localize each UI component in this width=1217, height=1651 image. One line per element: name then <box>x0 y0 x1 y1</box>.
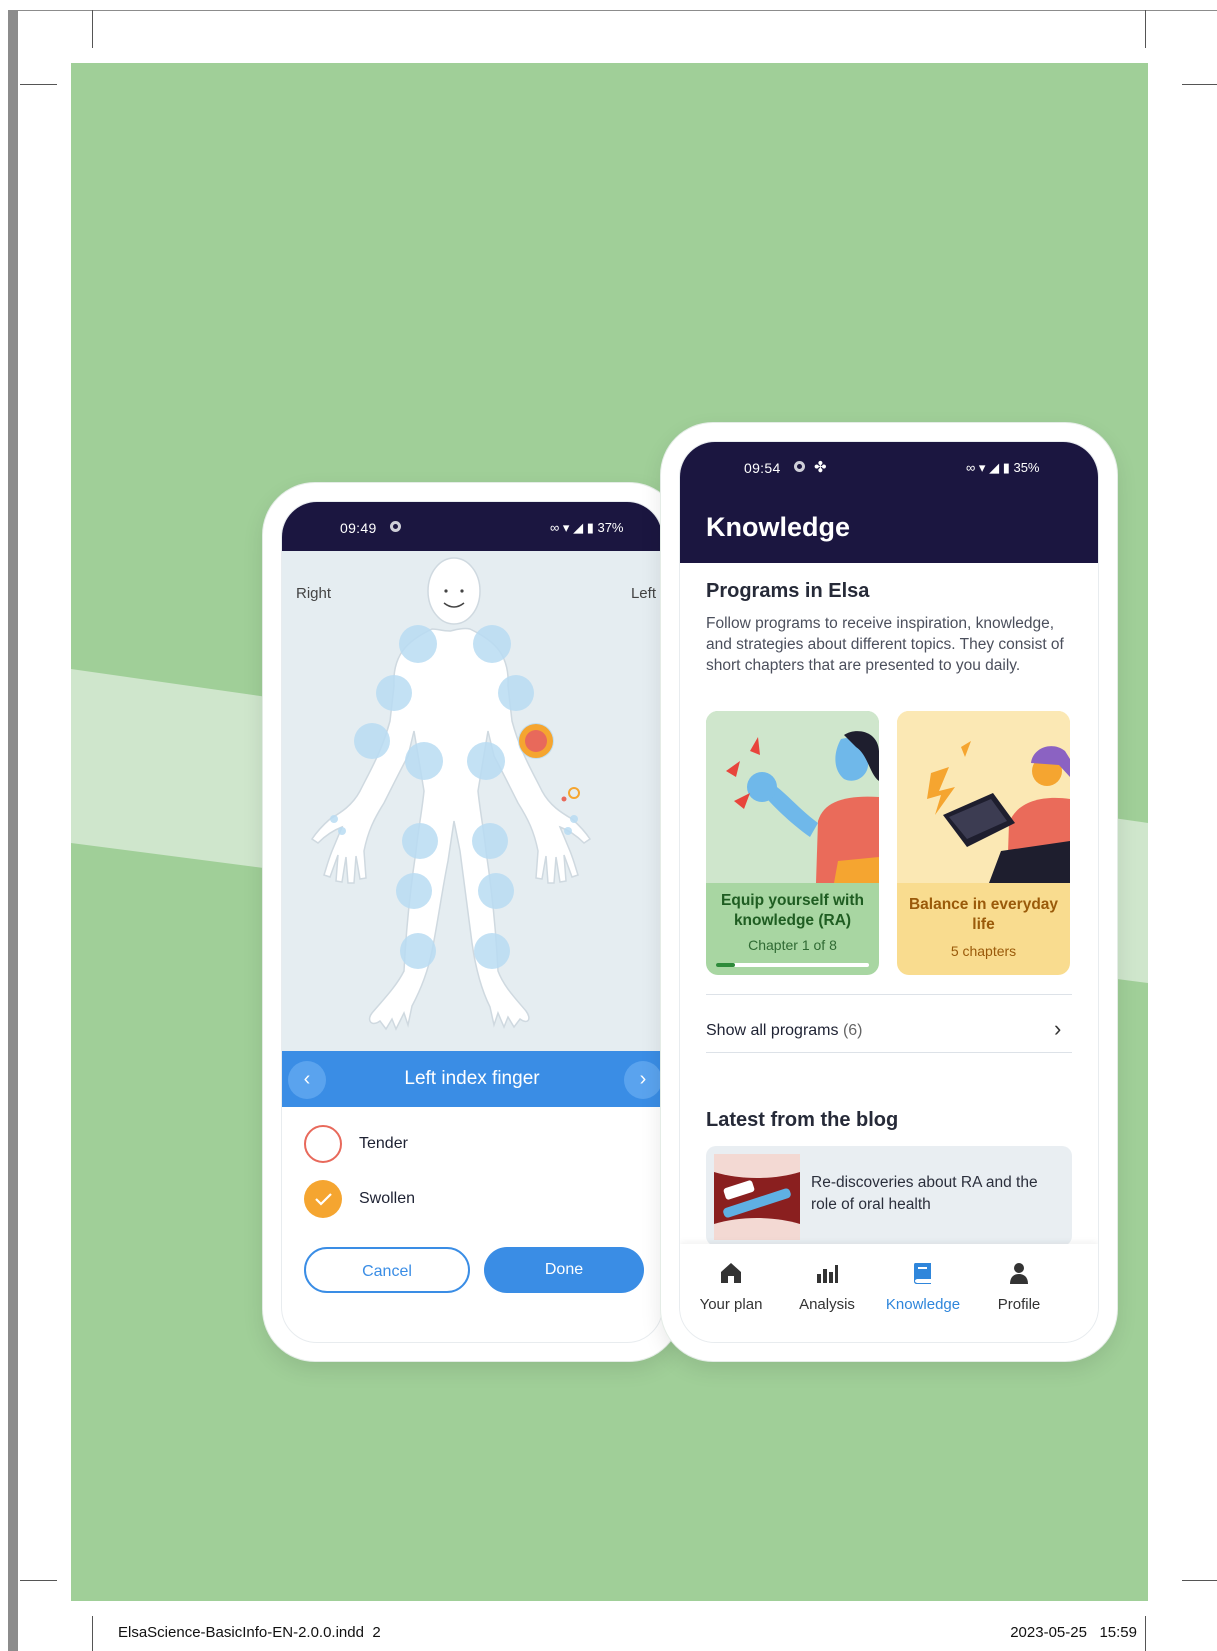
footer-filename: ElsaScience-BasicInfo-EN-2.0.0.indd 2 <box>118 1624 381 1641</box>
check-icon <box>315 1193 332 1206</box>
nav-label: Analysis <box>799 1296 855 1313</box>
bar-chart-icon <box>782 1260 872 1290</box>
crop-mark <box>1145 1616 1146 1651</box>
home-icon <box>686 1260 776 1290</box>
show-all-programs-link[interactable]: Show all programs (6) <box>706 1022 863 1040</box>
signal-icon: ◢ <box>573 520 584 535</box>
nav-profile[interactable]: Profile <box>974 1260 1064 1313</box>
joint-selector: ‹ Left index finger › <box>282 1051 662 1107</box>
show-all-label: Show all programs <box>706 1022 839 1039</box>
crop-mark <box>20 1580 57 1581</box>
wifi-icon: ▾ <box>978 460 986 475</box>
status-icons: ∞ ▾ ◢ ▮ 37% <box>550 520 624 536</box>
program-progress-fill <box>716 963 736 967</box>
header: 09:54 ✤ ∞ ▾ ◢ ▮ 35% Knowledge <box>680 442 1098 563</box>
page-edge-bar <box>8 10 18 1651</box>
swollen-label: Swollen <box>359 1190 416 1207</box>
program-card-balance[interactable]: Balance in everyday life 5 chapters <box>897 711 1070 975</box>
nav-knowledge[interactable]: Knowledge <box>878 1260 968 1313</box>
crop-mark <box>20 84 57 85</box>
programs-description: Follow programs to receive inspiration, … <box>706 615 1064 674</box>
finger-joint-ring <box>568 787 580 799</box>
nav-analysis[interactable]: Analysis <box>782 1260 872 1313</box>
link-icon: ∞ <box>550 520 560 535</box>
phone-screen: 09:54 ✤ ∞ ▾ ◢ ▮ 35% Knowledge Programs i… <box>679 441 1099 1343</box>
blog-article-title: Re-discoveries about RA and the role of … <box>811 1174 1038 1213</box>
phone-body-map: 09:49 ∞ ▾ ◢ ▮ 37% Right Left ‹ Left inde… <box>263 483 681 1361</box>
program-card-subtitle: Chapter 1 of 8 <box>748 937 837 953</box>
status-bar: 09:49 ∞ ▾ ◢ ▮ 37% <box>282 502 662 551</box>
artwork-background: 09:49 ∞ ▾ ◢ ▮ 37% Right Left ‹ Left inde… <box>71 63 1148 1601</box>
tender-checkbox[interactable] <box>304 1125 342 1163</box>
nav-label: Knowledge <box>885 1296 961 1313</box>
program-illustration-laptop <box>897 711 1070 883</box>
divider <box>706 994 1072 995</box>
footer-page: 2 <box>372 1624 381 1641</box>
blog-article-card[interactable]: Re-discoveries about RA and the role of … <box>706 1146 1072 1246</box>
nav-your-plan[interactable]: Your plan <box>686 1260 776 1313</box>
crop-mark <box>92 10 93 48</box>
program-card-subtitle: 5 chapters <box>950 943 1017 959</box>
next-joint-button[interactable]: › <box>624 1061 662 1099</box>
battery-percent: 35% <box>1013 460 1040 475</box>
swollen-checkbox[interactable] <box>304 1180 342 1218</box>
program-card-equip[interactable]: Equip yourself with knowledge (RA) Chapt… <box>706 711 879 975</box>
done-button[interactable]: Done <box>484 1247 644 1293</box>
footer-file: ElsaScience-BasicInfo-EN-2.0.0.indd <box>118 1624 364 1641</box>
crop-mark <box>1182 84 1217 85</box>
battery-icon: ▮ <box>586 520 594 535</box>
fan-icon: ✤ <box>814 459 827 476</box>
crop-mark <box>1145 10 1146 48</box>
program-card-title: Equip yourself with knowledge (RA) <box>721 892 864 929</box>
program-illustration-pain <box>706 711 879 883</box>
footer-timestamp: 2023-05-25 15:59 <box>1010 1624 1137 1641</box>
body-map[interactable]: Right Left <box>282 551 662 1051</box>
programs-heading: Programs in Elsa <box>706 580 870 602</box>
link-icon: ∞ <box>966 460 976 475</box>
joint-name: Left index finger <box>404 1068 540 1089</box>
person-icon <box>974 1260 1064 1290</box>
status-time: 09:54 <box>744 460 781 476</box>
crop-mark <box>1182 1580 1217 1581</box>
nav-label: Profile <box>997 1296 1041 1313</box>
bottom-navigation: Your plan Analysis Knowledge Profile <box>680 1244 1098 1342</box>
footer-time: 15:59 <box>1099 1624 1137 1641</box>
programs-count: (6) <box>842 1022 863 1039</box>
crop-mark <box>92 1616 93 1651</box>
footer-date: 2023-05-25 <box>1010 1624 1087 1641</box>
phone-knowledge: 09:54 ✤ ∞ ▾ ◢ ▮ 35% Knowledge Programs i… <box>661 423 1117 1361</box>
divider <box>706 1052 1072 1053</box>
wifi-icon: ▾ <box>562 520 570 535</box>
nav-label: Your plan <box>699 1296 763 1313</box>
page-title: Knowledge <box>706 512 851 542</box>
settings-dot-icon <box>390 521 401 532</box>
battery-percent: 37% <box>597 520 624 535</box>
status-time: 09:49 <box>340 520 377 536</box>
phone-screen: 09:49 ∞ ▾ ◢ ▮ 37% Right Left ‹ Left inde… <box>281 501 663 1343</box>
battery-icon: ▮ <box>1002 460 1010 475</box>
cancel-button[interactable]: Cancel <box>304 1247 470 1293</box>
status-icons: ∞ ▾ ◢ ▮ 35% <box>966 460 1040 476</box>
body-figure <box>310 557 592 1031</box>
blog-heading: Latest from the blog <box>706 1109 899 1131</box>
selected-joint <box>525 730 547 752</box>
page-top-edge <box>18 10 1217 11</box>
tender-label: Tender <box>359 1135 408 1152</box>
chevron-right-icon[interactable]: › <box>1054 1016 1061 1042</box>
settings-dot-icon <box>794 461 805 472</box>
program-card-title: Balance in everyday life <box>908 896 1059 933</box>
signal-icon: ◢ <box>989 460 1000 475</box>
finger-joint-dot <box>561 796 567 802</box>
blog-thumbnail-mouth <box>714 1154 800 1240</box>
program-progress-track <box>716 963 869 967</box>
book-icon <box>878 1260 968 1290</box>
